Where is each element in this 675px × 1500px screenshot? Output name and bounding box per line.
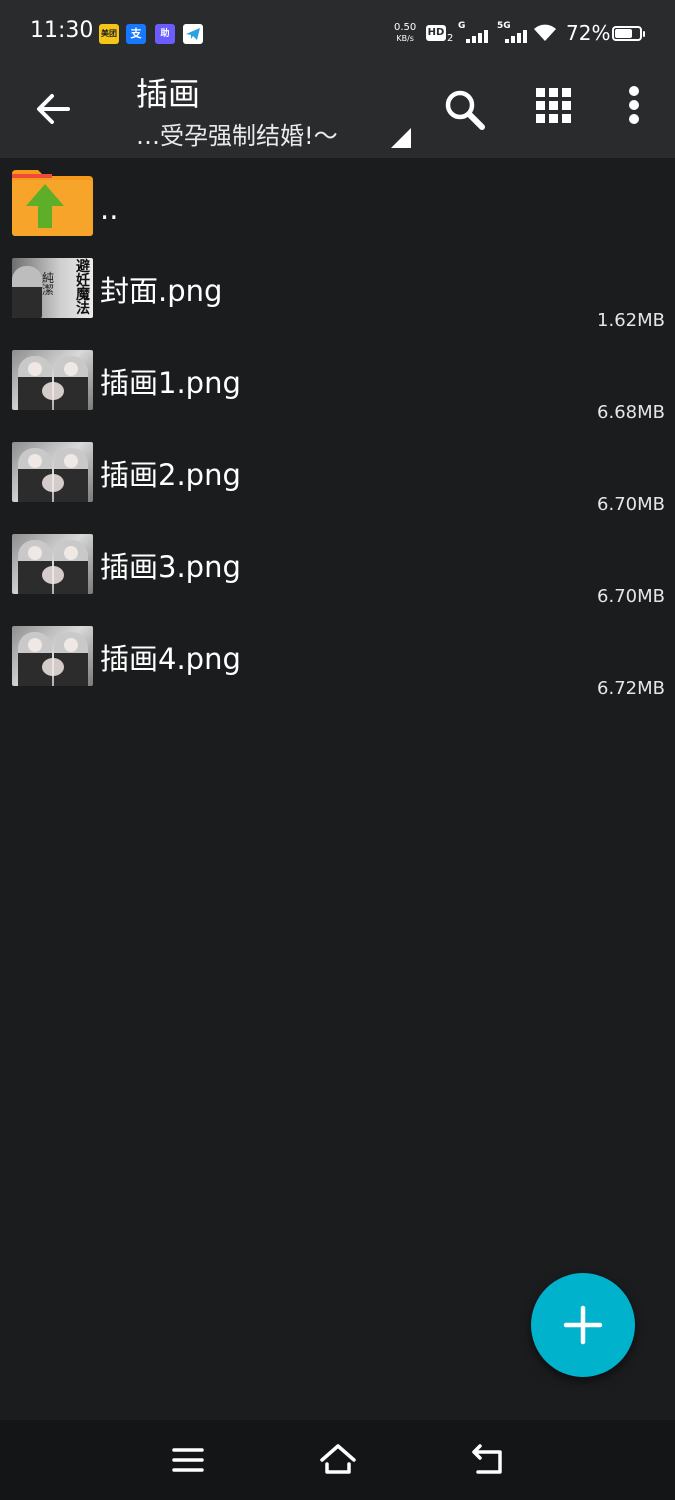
network-speed-unit: KB/s [396,34,414,43]
image-thumbnail [12,442,93,502]
plus-icon [563,1305,603,1345]
more-vert-icon [629,86,639,124]
list-item-file[interactable]: 插画1.png 6.68MB [0,342,675,434]
app-bar: 插画 …受孕强制结婚!～ [0,64,675,158]
telegram-icon [183,24,203,44]
network-speed: 0.50 KB/s [394,22,416,44]
file-name: .. [100,192,119,226]
menu-icon [172,1448,204,1472]
search-icon [445,90,485,130]
file-size: 6.70MB [597,586,665,607]
file-name: 插画1.png [100,366,241,400]
folder-up-icon [12,170,93,236]
network-speed-value: 0.50 [394,22,417,33]
file-name: 插画3.png [100,550,241,584]
file-size: 1.62MB [597,310,665,331]
nav-back-button[interactable] [468,1440,508,1480]
image-thumbnail [12,350,93,410]
nav-recents-button[interactable] [168,1440,208,1480]
file-name: 插画2.png [100,458,241,492]
path-dropdown[interactable]: …受孕强制结婚!～ [136,116,416,152]
nav-home-button[interactable] [318,1440,358,1480]
status-bar: 11:30 美团 支 助 0.50 KB/s HD 2 G 5G 72% [0,0,675,64]
list-item-file[interactable]: 純潔 避妊魔法 封面.png 1.62MB [0,250,675,342]
grid-view-icon [536,88,571,123]
image-thumbnail: 純潔 避妊魔法 [12,258,93,318]
battery-icon [612,26,645,41]
more-options-button[interactable] [604,80,664,140]
system-nav-bar [0,1420,675,1500]
cover-thumb-text-middle: 純潔 [42,271,55,297]
hd-voice-sub: 2 [447,33,454,44]
wifi-icon [534,24,556,41]
file-name: 封面.png [100,274,223,308]
list-item-file[interactable]: 插画4.png 6.72MB [0,618,675,710]
image-thumbnail [12,626,93,686]
image-thumbnail [12,534,93,594]
page-title: 插画 [136,75,201,113]
status-time: 11:30 [30,18,94,43]
battery-percent: 72% [566,21,611,45]
meituan-icon: 美团 [99,24,119,44]
hd-voice-icon: HD [426,25,446,41]
dropdown-triangle-icon [391,128,411,148]
search-button[interactable] [434,80,494,140]
path-subtitle: …受孕强制结婚!～ [136,122,338,150]
file-browser-screen: 11:30 美团 支 助 0.50 KB/s HD 2 G 5G 72% 插画 … [0,0,675,1500]
list-item-file[interactable]: 插画3.png 6.70MB [0,526,675,618]
grid-view-button[interactable] [524,80,584,140]
signal-g-label: G [458,21,466,31]
add-fab-button[interactable] [531,1273,635,1377]
back-button[interactable] [28,84,78,134]
file-name: 插画4.png [100,642,241,676]
cover-thumb-text-right: 避妊魔法 [76,259,90,317]
arrow-back-icon [37,94,70,124]
list-item-parent-folder[interactable]: .. [0,158,675,250]
list-item-file[interactable]: 插画2.png 6.70MB [0,434,675,526]
file-size: 6.70MB [597,494,665,515]
file-size: 6.68MB [597,402,665,423]
back-icon [472,1444,502,1474]
file-size: 6.72MB [597,678,665,699]
alipay-icon: 支 [126,24,146,44]
home-icon [320,1444,356,1474]
app-icon: 助 [155,24,175,44]
